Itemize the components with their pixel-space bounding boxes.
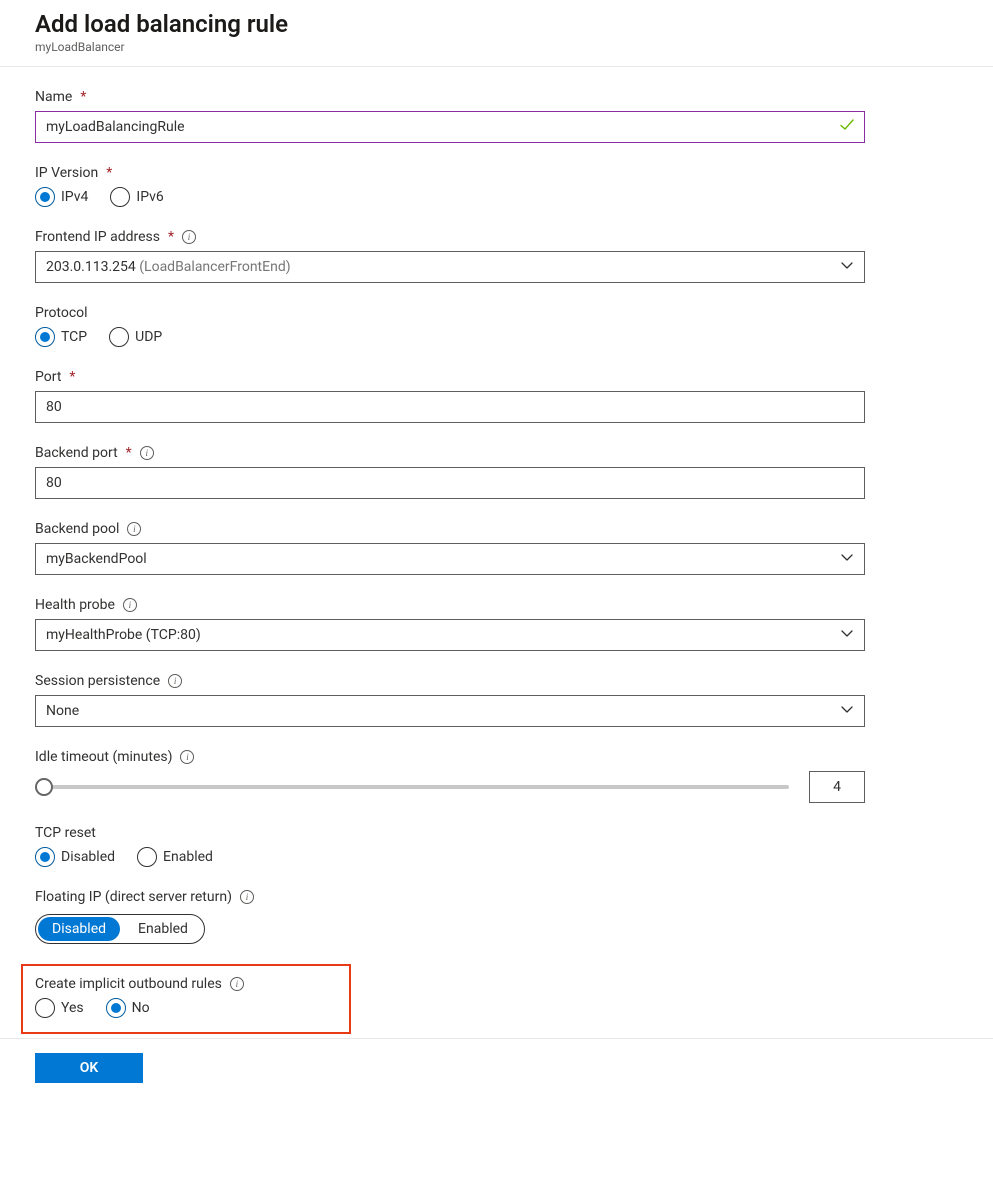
- field-floating-ip: Floating IP (direct server return) i Dis…: [35, 889, 865, 944]
- chevron-down-icon: [840, 258, 854, 276]
- port-input[interactable]: [35, 391, 865, 423]
- required-marker: *: [106, 165, 112, 181]
- implicit-outbound-label: Create implicit outbound rules: [35, 976, 222, 992]
- radio-icon: [35, 847, 55, 867]
- field-session-persistence: Session persistence i None: [35, 673, 865, 727]
- info-icon[interactable]: i: [140, 446, 154, 460]
- backend-port-label: Backend port: [35, 445, 118, 461]
- info-icon[interactable]: i: [180, 750, 194, 764]
- health-probe-label: Health probe: [35, 597, 115, 613]
- radio-icon: [137, 847, 157, 867]
- info-icon[interactable]: i: [127, 522, 141, 536]
- field-idle-timeout: Idle timeout (minutes) i 4: [35, 749, 865, 803]
- backend-pool-label: Backend pool: [35, 521, 119, 537]
- health-probe-value: myHealthProbe (TCP:80): [46, 627, 201, 643]
- frontend-ip-label: Frontend IP address: [35, 229, 160, 245]
- frontend-ip-select[interactable]: 203.0.113.254 (LoadBalancerFrontEnd): [35, 251, 865, 283]
- radio-label: TCP: [61, 329, 87, 345]
- page-header: Add load balancing rule myLoadBalancer: [0, 0, 993, 67]
- name-input[interactable]: [35, 111, 865, 143]
- session-persistence-label: Session persistence: [35, 673, 160, 689]
- field-name: Name *: [35, 89, 865, 143]
- slider-thumb-icon[interactable]: [35, 778, 53, 796]
- floating-ip-label: Floating IP (direct server return): [35, 889, 232, 905]
- field-backend-pool: Backend pool i myBackendPool: [35, 521, 865, 575]
- radio-label: Yes: [61, 1000, 84, 1016]
- field-frontend-ip: Frontend IP address * i 203.0.113.254 (L…: [35, 229, 865, 283]
- implicit-outbound-no[interactable]: No: [106, 998, 150, 1018]
- radio-label: Enabled: [163, 849, 213, 865]
- chevron-down-icon: [840, 702, 854, 720]
- radio-label: Disabled: [61, 849, 115, 865]
- floating-ip-enabled[interactable]: Enabled: [122, 915, 204, 943]
- field-backend-port: Backend port * i: [35, 445, 865, 499]
- chevron-down-icon: [840, 626, 854, 644]
- radio-icon: [106, 998, 126, 1018]
- protocol-tcp[interactable]: TCP: [35, 327, 87, 347]
- radio-label: IPv4: [61, 189, 88, 205]
- field-tcp-reset: TCP reset Disabled Enabled: [35, 825, 865, 867]
- name-label: Name: [35, 89, 72, 105]
- page-subtitle: myLoadBalancer: [35, 40, 958, 54]
- radio-label: No: [132, 1000, 150, 1016]
- ip-version-label: IP Version: [35, 165, 98, 181]
- protocol-label: Protocol: [35, 305, 88, 321]
- ip-version-ipv6[interactable]: IPv6: [110, 187, 163, 207]
- floating-ip-disabled[interactable]: Disabled: [38, 917, 120, 941]
- tcp-reset-enabled[interactable]: Enabled: [137, 847, 213, 867]
- tcp-reset-label: TCP reset: [35, 825, 96, 841]
- info-icon[interactable]: i: [123, 598, 137, 612]
- protocol-udp[interactable]: UDP: [109, 327, 162, 347]
- form-body: Name * IP Version * IPv4 IPv6: [0, 67, 993, 1034]
- required-marker: *: [80, 89, 86, 105]
- highlight-implicit-outbound: Create implicit outbound rules i Yes No: [21, 964, 351, 1034]
- footer: OK: [0, 1038, 993, 1097]
- backend-pool-select[interactable]: myBackendPool: [35, 543, 865, 575]
- required-marker: *: [126, 445, 132, 461]
- radio-label: IPv6: [136, 189, 163, 205]
- radio-icon: [35, 998, 55, 1018]
- session-persistence-value: None: [46, 703, 79, 719]
- field-ip-version: IP Version * IPv4 IPv6: [35, 165, 865, 207]
- required-marker: *: [69, 369, 75, 385]
- info-icon[interactable]: i: [168, 674, 182, 688]
- frontend-ip-hint: (LoadBalancerFrontEnd): [139, 259, 290, 275]
- radio-icon: [35, 327, 55, 347]
- radio-icon: [110, 187, 130, 207]
- radio-icon: [109, 327, 129, 347]
- port-label: Port: [35, 369, 61, 385]
- radio-icon: [35, 187, 55, 207]
- health-probe-select[interactable]: myHealthProbe (TCP:80): [35, 619, 865, 651]
- backend-pool-value: myBackendPool: [46, 551, 147, 567]
- info-icon[interactable]: i: [240, 890, 254, 904]
- ok-button[interactable]: OK: [35, 1053, 143, 1083]
- chevron-down-icon: [840, 550, 854, 568]
- idle-timeout-value[interactable]: 4: [809, 771, 865, 803]
- info-icon[interactable]: i: [182, 230, 196, 244]
- required-marker: *: [168, 229, 174, 245]
- field-health-probe: Health probe i myHealthProbe (TCP:80): [35, 597, 865, 651]
- field-protocol: Protocol TCP UDP: [35, 305, 865, 347]
- radio-label: UDP: [135, 329, 162, 345]
- info-icon[interactable]: i: [230, 977, 244, 991]
- backend-port-input[interactable]: [35, 467, 865, 499]
- session-persistence-select[interactable]: None: [35, 695, 865, 727]
- tcp-reset-disabled[interactable]: Disabled: [35, 847, 115, 867]
- floating-ip-toggle[interactable]: Disabled Enabled: [35, 914, 205, 944]
- page-title: Add load balancing rule: [35, 10, 958, 38]
- field-port: Port *: [35, 369, 865, 423]
- implicit-outbound-yes[interactable]: Yes: [35, 998, 84, 1018]
- ip-version-ipv4[interactable]: IPv4: [35, 187, 88, 207]
- frontend-ip-value: 203.0.113.254: [46, 259, 136, 275]
- idle-timeout-label: Idle timeout (minutes): [35, 749, 172, 765]
- idle-timeout-slider[interactable]: [35, 785, 789, 789]
- check-icon: [839, 117, 855, 137]
